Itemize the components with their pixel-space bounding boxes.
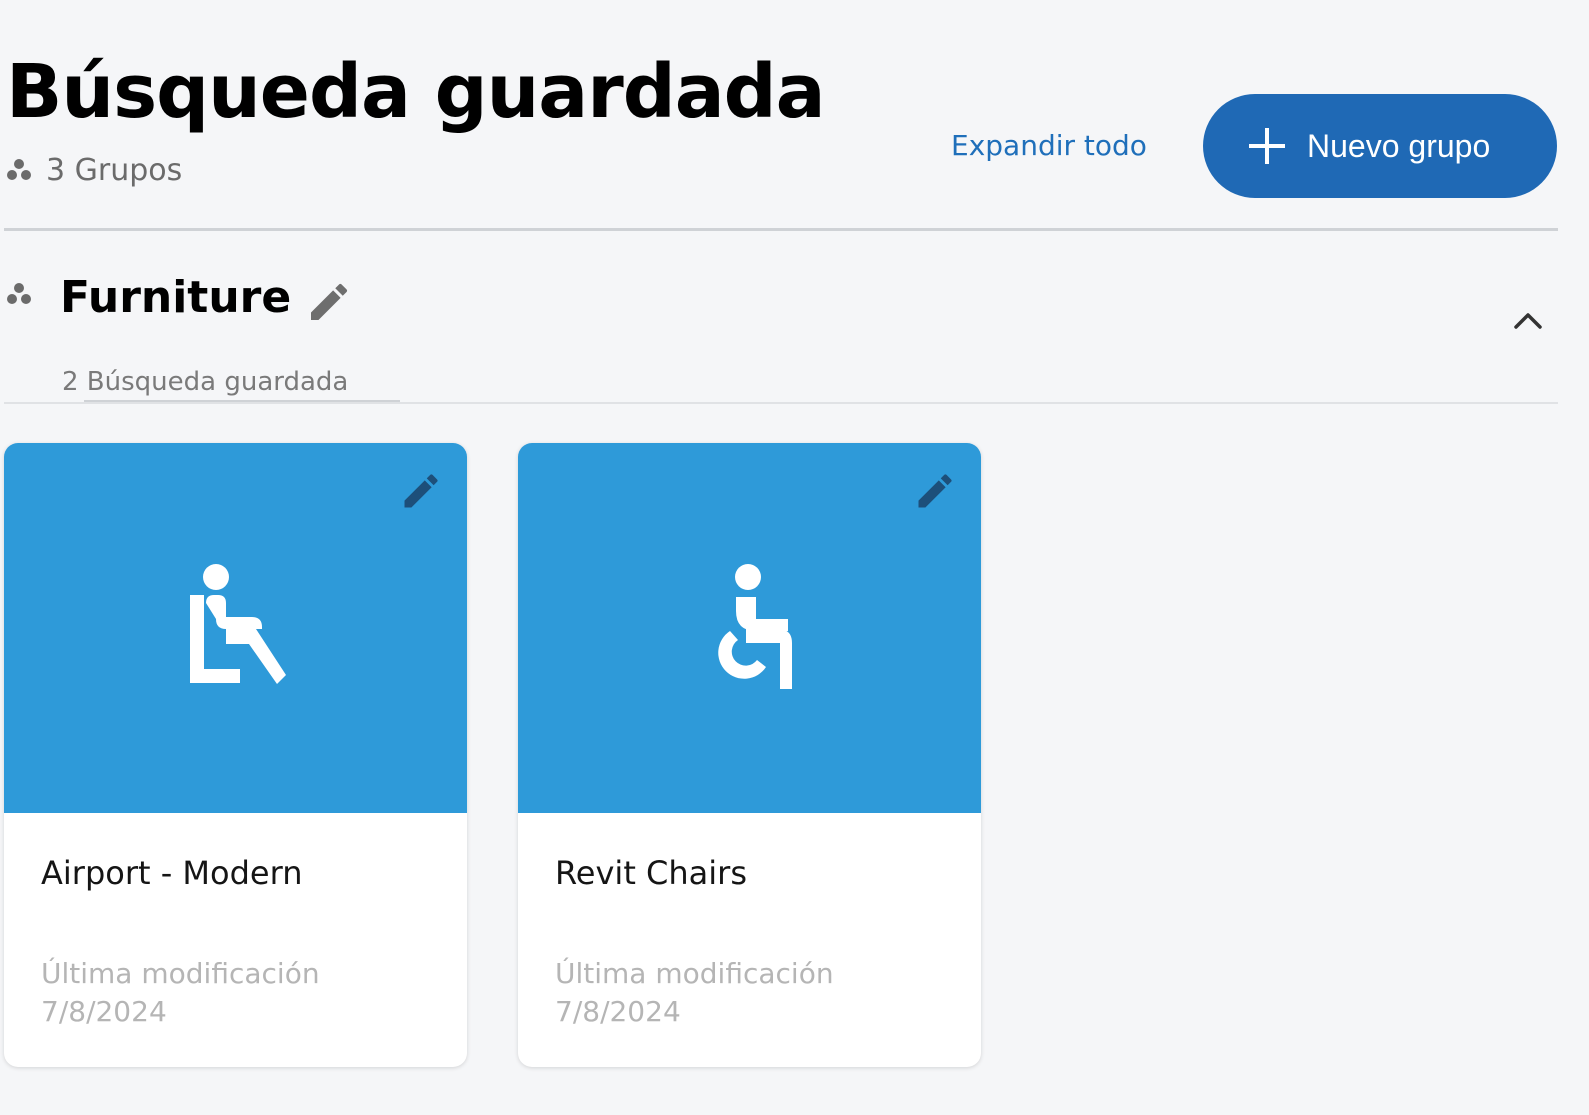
card-meta: Última modificación 7/8/2024 <box>41 955 320 1031</box>
last-modified-date: 7/8/2024 <box>41 995 167 1028</box>
wheelchair-icon <box>702 563 798 695</box>
group-name: Furniture <box>60 272 292 323</box>
new-group-button[interactable]: Nuevo grupo <box>1203 94 1557 198</box>
group-divider <box>4 402 1558 404</box>
header-divider <box>4 228 1558 231</box>
pencil-icon[interactable] <box>399 469 443 517</box>
card-banner <box>4 443 467 813</box>
group-subtitle: 2 Búsqueda guardada <box>62 367 349 397</box>
pencil-icon[interactable] <box>305 278 353 330</box>
chevron-up-icon[interactable] <box>1512 308 1544 336</box>
group-count-label: 3 Grupos <box>46 152 183 188</box>
group-icon <box>6 282 32 310</box>
card-title: Airport - Modern <box>41 854 303 892</box>
page-title: Búsqueda guardada <box>6 49 826 135</box>
groups-icon <box>7 159 31 180</box>
last-modified-label: Última modificación <box>41 957 320 990</box>
seated-person-icon <box>184 563 288 691</box>
expand-all-link[interactable]: Expandir todo <box>951 126 1147 166</box>
saved-search-card[interactable]: Airport - Modern Última modificación 7/8… <box>4 443 467 1067</box>
card-title: Revit Chairs <box>555 854 747 892</box>
last-modified-label: Última modificación <box>555 957 834 990</box>
plus-icon <box>1249 128 1285 164</box>
pencil-icon[interactable] <box>913 469 957 517</box>
saved-search-card[interactable]: Revit Chairs Última modificación 7/8/202… <box>518 443 981 1067</box>
group-count: 3 Grupos <box>6 150 182 190</box>
last-modified-date: 7/8/2024 <box>555 995 681 1028</box>
new-group-label: Nuevo grupo <box>1307 127 1491 164</box>
card-banner <box>518 443 981 813</box>
card-meta: Última modificación 7/8/2024 <box>555 955 834 1031</box>
